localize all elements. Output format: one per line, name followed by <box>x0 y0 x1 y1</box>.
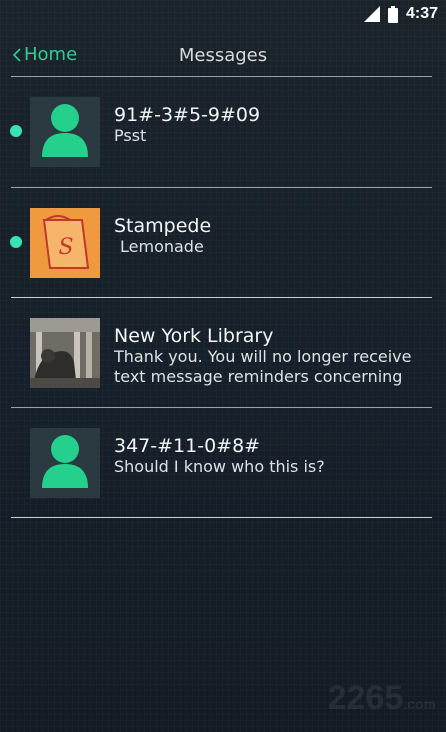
battery-icon <box>387 5 398 23</box>
message-preview: Should I know who this is? <box>114 457 325 476</box>
svg-text:S: S <box>58 235 73 260</box>
contact-name: Stampede <box>114 215 212 237</box>
message-preview: Lemonade <box>120 237 204 256</box>
avatar <box>30 97 100 167</box>
stampede-logo: S <box>30 208 100 278</box>
library-photo <box>30 318 100 388</box>
message-preview: Psst <box>114 126 147 145</box>
contact-name: 347-#11-0#8# <box>114 435 261 457</box>
conversation-row[interactable]: 347-#11-0#8# Should I know who this is? <box>0 408 446 518</box>
avatar <box>30 428 100 498</box>
signal-icon <box>363 6 380 22</box>
divider <box>11 517 432 518</box>
status-bar: 4:37 <box>0 0 446 30</box>
message-preview-line-1: Thank you. You will no longer receive <box>114 347 412 366</box>
unread-indicator <box>10 125 22 137</box>
conversation-row[interactable]: New York Library Thank you. You will no … <box>0 298 446 408</box>
contact-name: 91#-3#5-9#09 <box>114 104 261 126</box>
watermark: 2265.com <box>327 679 436 717</box>
conversation-row[interactable]: S Stampede Lemonade <box>0 188 446 298</box>
nav-bar: Home Messages <box>0 40 446 74</box>
unread-indicator <box>10 236 22 248</box>
status-time: 4:37 <box>405 5 438 22</box>
person-icon <box>42 104 88 157</box>
conversation-row[interactable]: 91#-3#5-9#09 Psst <box>0 77 446 187</box>
person-icon <box>42 435 88 488</box>
avatar: S <box>30 208 100 278</box>
page-title: Messages <box>178 45 268 66</box>
avatar <box>30 318 100 388</box>
message-preview-line-2: text message reminders concerning <box>114 367 403 386</box>
contact-name: New York Library <box>114 325 274 347</box>
